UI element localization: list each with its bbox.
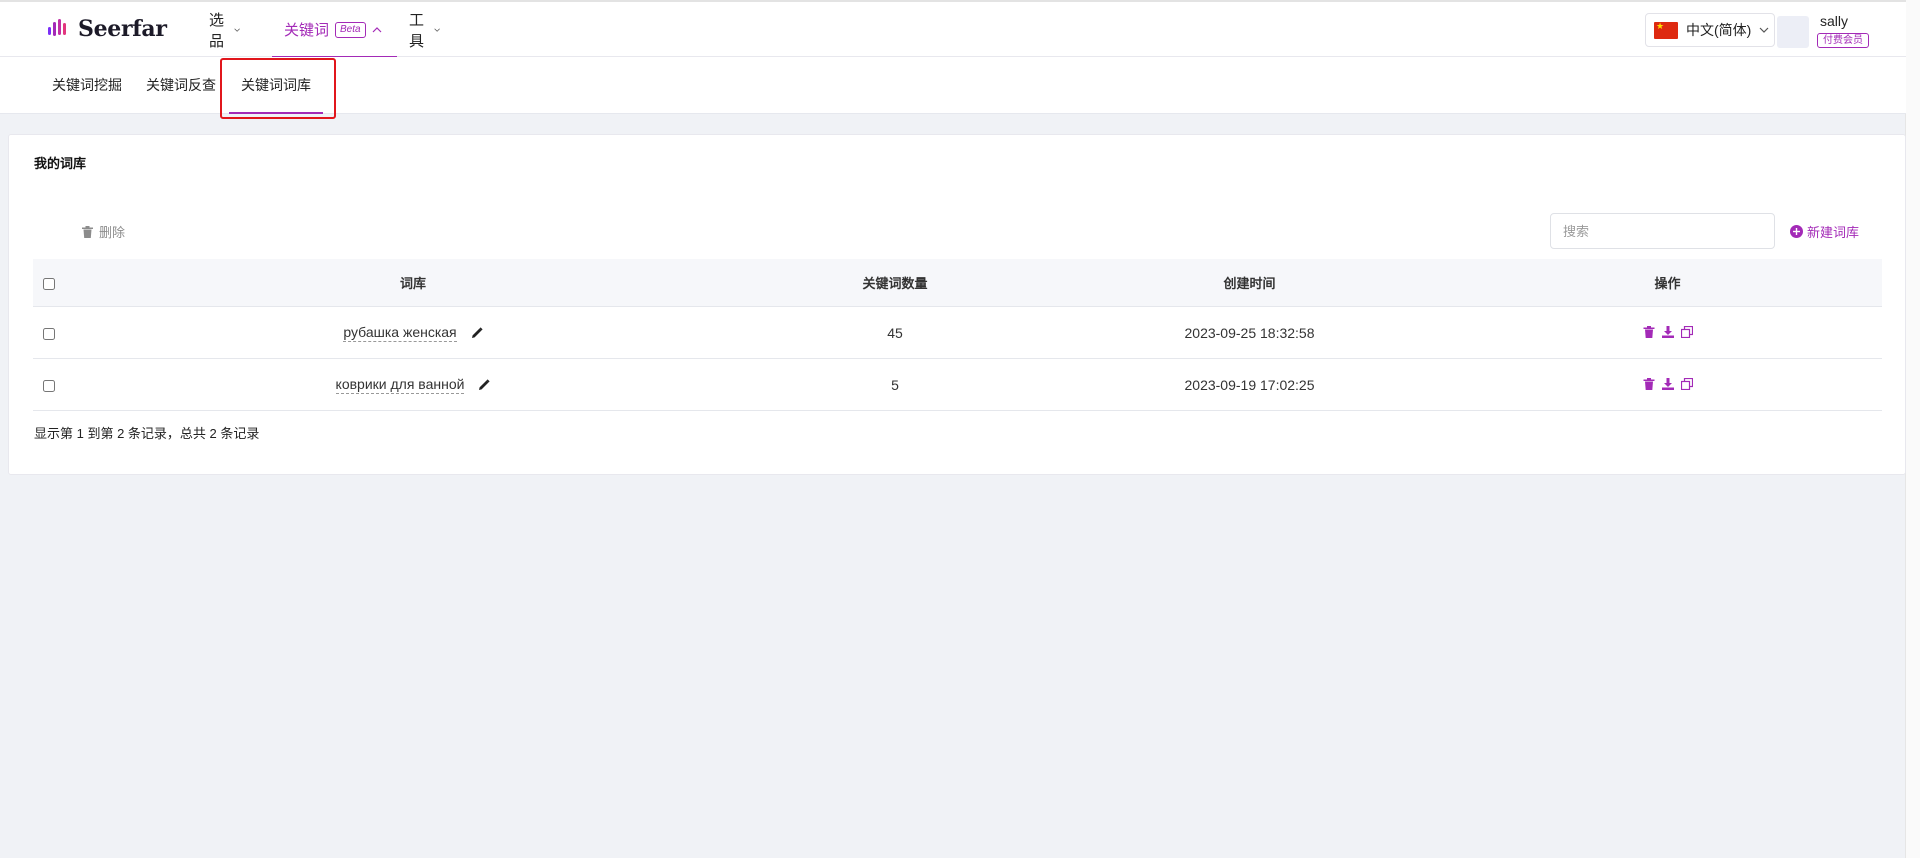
trash-icon[interactable] [1643,325,1655,338]
library-name[interactable]: рубашка женская [343,324,457,342]
trash-icon [82,225,93,238]
chevron-down-icon [234,27,240,32]
library-name-cell: рубашка женская [82,306,744,359]
delete-button[interactable]: 删除 [82,222,125,241]
column-header-actions: 操作 [1453,259,1882,307]
china-flag-icon [1654,21,1678,39]
select-all-cell [33,259,82,307]
keyword-count: 5 [744,358,1046,411]
row-select-cell [33,306,82,359]
download-icon[interactable] [1661,377,1674,390]
copy-icon[interactable] [1680,377,1693,390]
brand-logo[interactable]: Seerfar [48,16,167,42]
row-checkbox[interactable] [43,327,55,340]
table-header-row: 词库 关键词数量 创建时间 操作 [33,259,1882,307]
language-selector[interactable]: 中文(简体) [1645,13,1775,47]
created-time: 2023-09-25 18:32:58 [1046,306,1453,359]
beta-badge: Beta [335,21,366,38]
nav-item-keywords[interactable]: 关键词 Beta [272,2,397,58]
pencil-icon[interactable] [471,326,483,339]
pagination-summary: 显示第 1 到第 2 条记录，总共 2 条记录 [34,426,260,441]
row-checkbox[interactable] [43,379,55,392]
language-label: 中文(简体) [1686,22,1752,38]
library-name[interactable]: коврики для ванной [335,376,465,394]
created-time: 2023-09-19 17:02:25 [1046,358,1453,411]
nav-item-product-selection[interactable]: 选品 [209,2,240,57]
search-input[interactable] [1550,213,1775,249]
pencil-icon[interactable] [478,378,491,391]
member-badge: 付费会员 [1817,33,1869,48]
nav-item-label: 关键词 [284,22,330,39]
trash-icon[interactable] [1643,377,1655,390]
user-name[interactable]: sally [1820,13,1848,29]
delete-label: 删除 [99,225,126,240]
copy-icon[interactable] [1680,325,1693,338]
new-library-button[interactable]: 新建词库 [1790,222,1859,241]
top-navbar: Seerfar 选品 关键词 Beta 工具 中文(简体) sally 付费会员 [0,0,1906,58]
keyword-count: 45 [744,306,1046,359]
library-name-cell: коврики для ванной [82,358,744,411]
download-icon[interactable] [1661,325,1674,338]
page-scrollbar[interactable] [1905,0,1920,858]
table-row: коврики для ванной 5 2023-09-19 17:02:25 [33,358,1882,411]
actions-cell [1453,306,1882,359]
seerfar-logo-icon [48,19,66,36]
column-header-library[interactable]: 词库 [82,259,744,307]
chevron-down-icon [1759,27,1769,33]
plus-circle-icon [1790,225,1803,238]
avatar[interactable] [1777,16,1809,48]
nav-item-tools[interactable]: 工具 [409,2,440,57]
keyword-library-table: 词库 关键词数量 创建时间 操作 рубашка женская 45 2023… [33,259,1882,411]
column-header-created-time[interactable]: 创建时间 [1046,259,1453,307]
select-all-checkbox[interactable] [43,277,55,290]
row-select-cell [33,358,82,411]
highlight-box [220,58,336,119]
nav-item-label: 选品 [209,11,225,50]
table-row: рубашка женская 45 2023-09-25 18:32:58 [33,306,1882,359]
card-title: 我的词库 [34,156,87,171]
tab-keyword-reverse-lookup[interactable]: 关键词反查 [146,57,216,113]
new-library-label: 新建词库 [1807,225,1860,240]
tab-label: 关键词反查 [146,77,216,93]
keyword-library-card: 我的词库 删除 新建词库 词库 关键词数量 创建时间 操作 [8,134,1906,475]
nav-item-label: 工具 [409,11,425,50]
tab-label: 关键词挖掘 [52,77,122,93]
column-header-keyword-count[interactable]: 关键词数量 [744,259,1046,307]
brand-name: Seerfar [78,16,167,42]
actions-cell [1453,358,1882,411]
chevron-up-icon [372,26,382,32]
chevron-down-icon [434,27,440,32]
tab-keyword-mining[interactable]: 关键词挖掘 [52,57,122,113]
